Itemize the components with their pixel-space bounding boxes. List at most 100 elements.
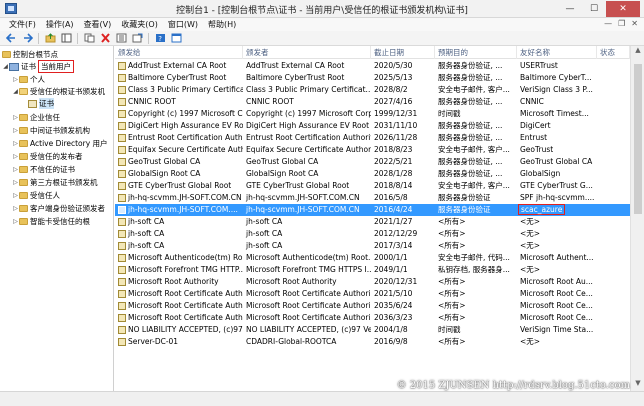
- table-row[interactable]: Equifax Secure Certificate Auth... Equifa…: [115, 144, 630, 156]
- column-header-expiration[interactable]: 截止日期: [371, 46, 435, 59]
- cell-text: 服务器身份验证: [438, 193, 491, 202]
- table-row[interactable]: Server-DC-01 CDADRI-Global-ROOTCA 2016/9/8…: [115, 336, 630, 348]
- tree-node-certificates-current-user[interactable]: ◢ 证书 当前用户: [2, 60, 74, 73]
- tree-node-smartcard-trusted-roots[interactable]: ▷ 智能卡受信任的根: [12, 216, 90, 227]
- console-icon[interactable]: [169, 32, 183, 44]
- tree-node-trusted-publishers[interactable]: ▷ 受信任的发布者: [12, 151, 82, 162]
- table-row[interactable]: Microsoft Root Certificate Auth... Micros…: [115, 312, 630, 324]
- vertical-scrollbar[interactable]: ▲ ▼: [630, 46, 644, 391]
- column-header-issued-to[interactable]: 颁发给: [115, 46, 243, 59]
- column-header-status[interactable]: 状态: [597, 46, 630, 59]
- properties-icon[interactable]: [114, 32, 128, 44]
- table-row[interactable]: jh-hq-scvmm.JH-SOFT.COM.CN jh-hq-scvmm.JH…: [115, 192, 630, 204]
- up-folder-icon[interactable]: [43, 32, 57, 44]
- table-row[interactable]: jh-hq-scvmm.JH-SOFT.COM.... jh-hq-scvmm.J…: [115, 204, 630, 216]
- table-row[interactable]: jh-soft CA jh-soft CA 2017/3/14 <所有> <无>: [115, 240, 630, 252]
- table-row[interactable]: Microsoft Root Certificate Auth... Micros…: [115, 288, 630, 300]
- menu-window[interactable]: 窗口(W): [163, 18, 203, 31]
- tree-node-intermediate-ca[interactable]: ▷ 中间证书颁发机构: [12, 125, 90, 136]
- tree-label: 客户端身份验证颁发者: [30, 204, 105, 213]
- expand-arrow-icon[interactable]: ▷: [12, 76, 19, 83]
- table-row[interactable]: Microsoft Authenticode(tm) Ro... Microsof…: [115, 252, 630, 264]
- table-cell: Microsoft Authent...: [517, 252, 597, 264]
- table-row[interactable]: CNNIC ROOT CNNIC ROOT 2027/4/16 服务器身份验证, ..…: [115, 96, 630, 108]
- child-minimize-button[interactable]: —: [604, 19, 612, 28]
- cell-text: 服务器身份验证: [438, 205, 491, 214]
- table-row[interactable]: Microsoft Root Authority Microsoft Root A…: [115, 276, 630, 288]
- export-icon[interactable]: [130, 32, 144, 44]
- child-close-button[interactable]: ✕: [631, 19, 638, 28]
- menu-view[interactable]: 查看(V): [79, 18, 117, 31]
- table-cell: [597, 276, 630, 288]
- table-row[interactable]: GTE CyberTrust Global Root GTE CyberTrust…: [115, 180, 630, 192]
- tree-node-certificates[interactable]: 证书: [28, 98, 54, 109]
- show-tree-icon[interactable]: [59, 32, 73, 44]
- table-row[interactable]: GeoTrust Global CA GeoTrust Global CA 2022…: [115, 156, 630, 168]
- close-button[interactable]: ✕: [606, 1, 640, 17]
- copy-icon[interactable]: [82, 32, 96, 44]
- expand-arrow-icon[interactable]: ▷: [12, 140, 19, 147]
- expand-arrow-icon[interactable]: ▷: [12, 114, 19, 121]
- table-row[interactable]: Copyright (c) 1997 Microsoft C... Copyrig…: [115, 108, 630, 120]
- scrollbar-thumb[interactable]: [634, 64, 642, 214]
- table-cell: CNNIC: [517, 96, 597, 108]
- scroll-down-icon[interactable]: ▼: [631, 379, 644, 391]
- expand-arrow-icon[interactable]: ▷: [12, 127, 19, 134]
- forward-icon[interactable]: [20, 32, 34, 44]
- maximize-button[interactable]: ☐: [582, 1, 606, 17]
- table-row[interactable]: Baltimore CyberTrust Root Baltimore Cyber…: [115, 72, 630, 84]
- certificate-store-icon: [28, 99, 37, 108]
- table-row[interactable]: jh-soft CA jh-soft CA 2012/12/29 <所有> <无>: [115, 228, 630, 240]
- tree-node-root[interactable]: 控制台根节点: [2, 49, 58, 60]
- collapse-arrow-icon[interactable]: ◢: [12, 88, 19, 95]
- table-row[interactable]: Entrust Root Certification Auth... Entrus…: [115, 132, 630, 144]
- table-row[interactable]: GlobalSign Root CA GlobalSign Root CA 2028…: [115, 168, 630, 180]
- tree-node-trusted-root[interactable]: ◢ 受信任的根证书颁发机: [12, 86, 105, 97]
- table-row[interactable]: DigiCert High Assurance EV Ro... DigiCert…: [115, 120, 630, 132]
- table-row[interactable]: AddTrust External CA Root AddTrust Extern…: [115, 60, 630, 72]
- table-row[interactable]: Microsoft Root Certificate Auth... Micros…: [115, 300, 630, 312]
- cell-text: Class 3 Public Primary Certificati...: [128, 85, 243, 94]
- cell-text: Microsoft Root Authority: [128, 277, 219, 286]
- expand-arrow-icon[interactable]: ▷: [12, 192, 19, 199]
- expand-arrow-icon[interactable]: ▷: [12, 166, 19, 173]
- table-cell: GTE CyberTrust Global Root: [115, 180, 243, 192]
- expand-arrow-icon[interactable]: ▷: [12, 179, 19, 186]
- menu-help[interactable]: 帮助(H): [203, 18, 241, 31]
- column-header-intended-purposes[interactable]: 预期目的: [435, 46, 517, 59]
- tree-node-enterprise-trust[interactable]: ▷ 企业信任: [12, 112, 60, 123]
- collapse-arrow-icon[interactable]: ◢: [2, 63, 9, 70]
- tree-node-trusted-people[interactable]: ▷ 受信任人: [12, 190, 60, 201]
- back-icon[interactable]: [4, 32, 18, 44]
- cell-text: 2018/8/14: [374, 181, 413, 190]
- menu-file[interactable]: 文件(F): [4, 18, 41, 31]
- expand-arrow-icon[interactable]: ▷: [12, 218, 19, 225]
- table-cell: [597, 204, 630, 216]
- child-restore-button[interactable]: ❐: [618, 19, 625, 28]
- minimize-button[interactable]: —: [558, 1, 582, 17]
- tree-node-third-party-root[interactable]: ▷ 第三方根证书颁发机: [12, 177, 97, 188]
- menu-action[interactable]: 操作(A): [41, 18, 79, 31]
- tree-node-client-auth-issuers[interactable]: ▷ 客户端身份验证颁发者: [12, 203, 105, 214]
- table-row[interactable]: Class 3 Public Primary Certificati...Cla…: [115, 84, 630, 96]
- table-row[interactable]: NO LIABILITY ACCEPTED, (c)97 ... NO LIABI…: [115, 324, 630, 336]
- table-cell: AddTrust External CA Root: [243, 60, 371, 72]
- cell-text: Class 3 Public Primary Certificat...: [246, 85, 371, 94]
- column-header-friendly-name[interactable]: 友好名称: [517, 46, 597, 59]
- menu-favorites[interactable]: 收藏夹(O): [116, 18, 163, 31]
- child-window-controls: — ❐ ✕: [604, 19, 638, 28]
- table-row[interactable]: Microsoft Forefront TMG HTTP... Microsoft…: [115, 264, 630, 276]
- help-icon[interactable]: ?: [153, 32, 167, 44]
- expand-arrow-icon[interactable]: ▷: [12, 205, 19, 212]
- tree-node-untrusted[interactable]: ▷ 不信任的证书: [12, 164, 75, 175]
- delete-icon[interactable]: [98, 32, 112, 44]
- table-row[interactable]: jh-soft CA jh-soft CA 2021/1/27 <所有> <无>: [115, 216, 630, 228]
- tree-node-personal[interactable]: ▷ 个人: [12, 74, 45, 85]
- scroll-up-icon[interactable]: ▲: [631, 46, 644, 58]
- column-header-issued-by[interactable]: 颁发者: [243, 46, 371, 59]
- expand-arrow-icon[interactable]: ▷: [12, 153, 19, 160]
- table-cell: GlobalSign Root CA: [115, 168, 243, 180]
- table-cell: Microsoft Root Certificate Auth...: [115, 312, 243, 324]
- tree-node-active-directory-user[interactable]: ▷ Active Directory 用户: [12, 138, 107, 149]
- cell-text: AddTrust External CA Root: [246, 61, 345, 70]
